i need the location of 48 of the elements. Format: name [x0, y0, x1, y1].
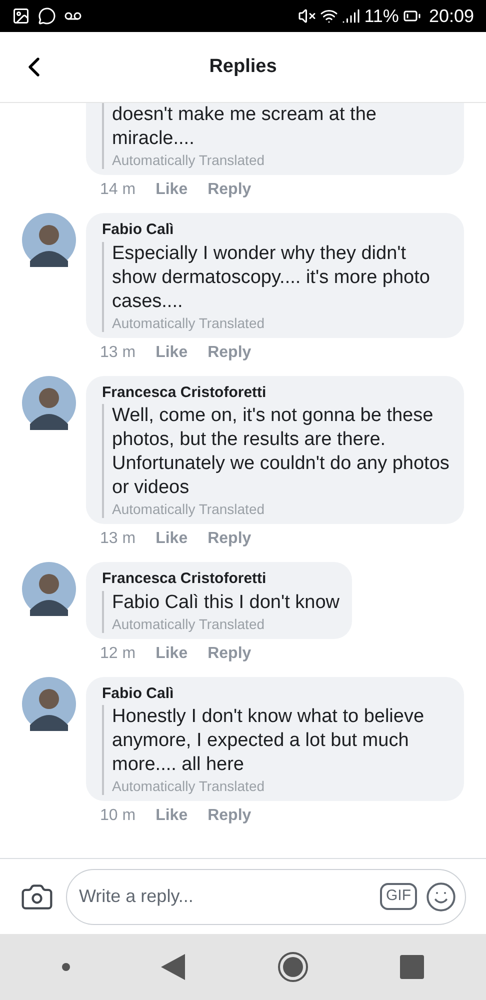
clock: 20:09 — [428, 4, 474, 28]
recents-icon[interactable] — [400, 955, 424, 979]
mute-icon — [298, 7, 316, 25]
timestamp: 10 m — [100, 806, 136, 826]
reply-button[interactable]: Reply — [208, 529, 252, 549]
emoji-icon[interactable] — [425, 880, 457, 912]
signal-icon — [342, 7, 360, 25]
avatar — [22, 562, 76, 616]
like-button[interactable]: Like — [156, 644, 188, 664]
timestamp: 14 m — [100, 180, 136, 200]
reply-button[interactable]: Reply — [208, 644, 252, 664]
gallery-icon — [12, 7, 30, 25]
timestamp: 12 m — [100, 644, 136, 664]
battery-percent: 11% — [364, 4, 399, 28]
page-title: Replies — [209, 54, 277, 79]
gif-button[interactable]: GIF — [380, 883, 417, 910]
timestamp: 13 m — [100, 529, 136, 549]
author-name[interactable]: Francesca Cristoforetti — [102, 382, 452, 404]
reply-button[interactable]: Reply — [208, 180, 252, 200]
comment-text: Fabio Calì this I don't know — [112, 590, 340, 614]
comment-text: Especially I wonder why they didn't show dermatoscopy.... it's more photo cases.... — [112, 242, 431, 314]
avatar — [22, 376, 76, 430]
comment-text: Honestly I don't know what to believe anymore, I expected a lot but much more.... all here — [112, 705, 426, 777]
dot-icon[interactable] — [62, 963, 70, 971]
comment-text: Well, come on, it's not gonna be these photos, but the results are there. Unfortunately we couldn't do any photos or videos — [112, 404, 450, 500]
chat-icon — [38, 7, 56, 25]
translation-label: Automatically Translated — [112, 151, 266, 169]
translation-label: Automatically Translated — [112, 500, 266, 518]
author-name[interactable]: Fabio Calì — [102, 682, 452, 705]
back-icon[interactable] — [161, 954, 186, 980]
avatar — [22, 213, 76, 267]
wifi-icon — [320, 7, 338, 25]
reply-button[interactable]: Reply — [208, 342, 252, 362]
author-name[interactable]: Fabio Calì — [102, 219, 452, 242]
reply-field[interactable]: Write a reply... GIF — [66, 868, 466, 924]
avatar — [22, 676, 76, 730]
translation-label: Automatically Translated — [112, 777, 266, 795]
translation-label: Automatically Translated — [112, 614, 266, 632]
like-button[interactable]: Like — [156, 806, 188, 826]
like-button[interactable]: Like — [156, 180, 188, 200]
author-name[interactable]: Francesca Cristoforetti — [102, 568, 340, 590]
reply-button[interactable]: Reply — [208, 806, 252, 826]
comment-text: doesn't make me scream at the miracle.... — [112, 103, 378, 151]
translation-label: Automatically Translated — [112, 314, 266, 332]
like-button[interactable]: Like — [156, 529, 188, 549]
like-button[interactable]: Like — [156, 342, 188, 362]
timestamp: 13 m — [100, 342, 136, 362]
home-icon[interactable] — [276, 951, 309, 983]
